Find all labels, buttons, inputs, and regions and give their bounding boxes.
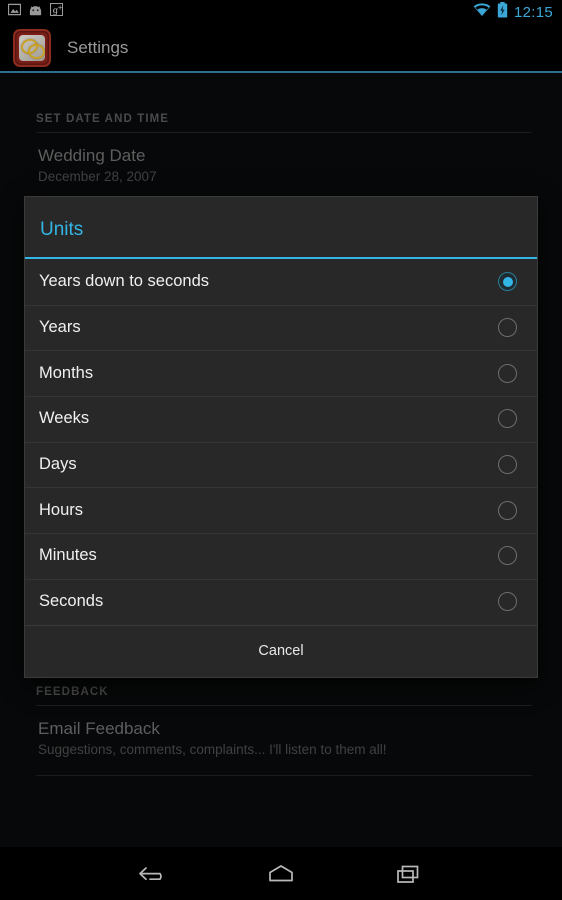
- dialog-option-row[interactable]: Months: [25, 350, 537, 397]
- dialog-option-label: Hours: [39, 500, 84, 519]
- radio-button[interactable]: [498, 363, 517, 383]
- dialog-option-row[interactable]: Years: [25, 304, 537, 351]
- wedding-rings-app-icon[interactable]: [13, 29, 51, 67]
- dialog-title: Units: [40, 219, 84, 240]
- dialog-option-label: Years down to seconds: [39, 272, 210, 291]
- radio-button[interactable]: [498, 409, 517, 429]
- dialog-option-label: Seconds: [39, 592, 104, 611]
- section-header-date-time: SET DATE AND TIME: [36, 113, 170, 125]
- dialog-option-row[interactable]: Minutes: [25, 533, 537, 579]
- status-bar-clock: 12:15: [513, 3, 553, 21]
- battery-charging-icon: [497, 1, 508, 23]
- dialog-option-row[interactable]: Days: [25, 441, 537, 488]
- dialog-option-list: Years down to seconds Years Months Weeks Day…: [25, 259, 537, 625]
- status-bar-system-icons: 12:15: [473, 1, 553, 23]
- pref-wedding-date-title: Wedding Date: [38, 146, 146, 165]
- dialog-option-row[interactable]: Years down to seconds: [25, 259, 537, 305]
- google-plus-icon: g +: [49, 2, 64, 21]
- section-feedback: FEEDBACK Email Feedback Suggestions, com…: [0, 686, 562, 770]
- pref-wedding-date[interactable]: Wedding Date December 28, 2007: [0, 133, 562, 197]
- back-icon[interactable]: [127, 854, 181, 894]
- cancel-button-label: Cancel: [258, 642, 304, 659]
- radio-button[interactable]: [498, 318, 517, 338]
- dialog-option-row[interactable]: Weeks: [25, 396, 537, 442]
- pref-wedding-date-value: December 28, 2007: [38, 169, 157, 184]
- photo-icon: [7, 3, 22, 21]
- page-bottom-divider: [36, 775, 532, 776]
- pref-email-feedback-subtitle: Suggestions, comments, complaints... I'l…: [38, 742, 387, 757]
- dialog-option-label: Days: [39, 455, 77, 474]
- radio-button[interactable]: [498, 546, 517, 566]
- status-bar-notification-icons: g +: [7, 2, 64, 21]
- android-robot-icon: [28, 3, 43, 21]
- dialog-option-row[interactable]: Seconds: [25, 578, 537, 625]
- action-bar: Settings: [0, 24, 562, 72]
- android-screen: g + 12:15 Settings SET DATE AND TIME Wed…: [0, 0, 562, 900]
- wifi-icon: [473, 2, 491, 22]
- units-dialog: Units Years down to seconds Years Months We…: [25, 197, 537, 677]
- radio-button[interactable]: [498, 455, 517, 475]
- dialog-option-label: Weeks: [39, 409, 90, 428]
- navigation-bar: [0, 847, 562, 900]
- radio-button[interactable]: [498, 592, 517, 612]
- pref-email-feedback-title: Email Feedback: [38, 719, 160, 738]
- page-title: Settings: [67, 38, 129, 57]
- home-icon[interactable]: [254, 854, 308, 894]
- radio-button[interactable]: [498, 500, 517, 520]
- status-bar: g + 12:15: [0, 0, 562, 24]
- recents-icon[interactable]: [381, 854, 435, 894]
- dialog-option-label: Months: [39, 363, 94, 382]
- cancel-button[interactable]: Cancel: [25, 624, 537, 677]
- dialog-option-label: Years: [39, 318, 81, 337]
- dialog-option-row[interactable]: Hours: [25, 487, 537, 534]
- section-header-feedback: FEEDBACK: [36, 686, 109, 698]
- radio-button[interactable]: [498, 272, 517, 292]
- svg-text:+: +: [57, 4, 62, 12]
- pref-email-feedback[interactable]: Email Feedback Suggestions, comments, co…: [0, 706, 562, 770]
- section-set-date-and-time: SET DATE AND TIME Wedding Date December …: [0, 113, 562, 197]
- dialog-option-label: Minutes: [39, 546, 97, 565]
